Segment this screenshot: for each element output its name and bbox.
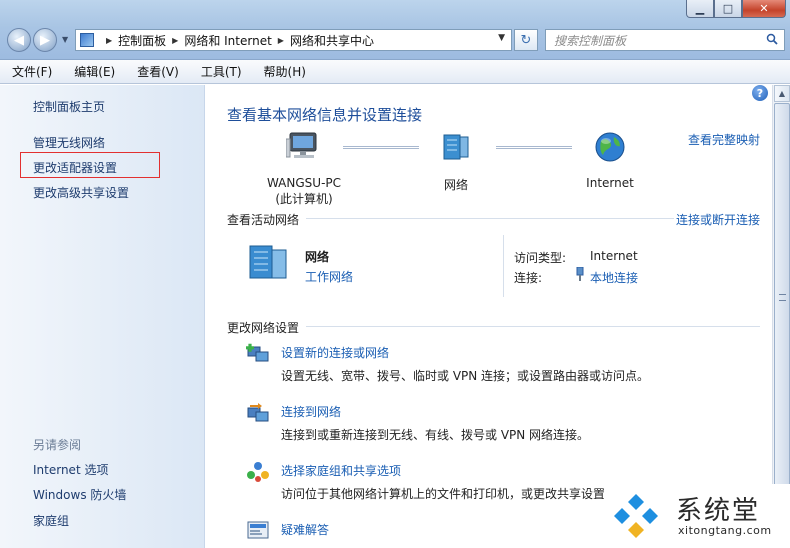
address-bar[interactable]: ▶ 控制面板 ▶ 网络和 Internet ▶ 网络和共享中心 ▼ [75, 29, 512, 51]
access-type-label: 访问类型: [514, 251, 567, 265]
divider [306, 218, 674, 219]
ethernet-plug-icon [576, 267, 584, 281]
pc-sub-label: (此计算机) [275, 192, 333, 206]
page-title: 查看基本网络信息并设置连接 [227, 106, 423, 124]
menu-help[interactable]: 帮助(H) [260, 61, 310, 82]
troubleshoot-link[interactable]: 疑难解答 [281, 521, 329, 538]
globe-icon [595, 132, 625, 162]
map-node-network[interactable]: 网络 [426, 131, 486, 193]
connect-disconnect-link[interactable]: 连接或断开连接 [676, 211, 760, 228]
connections-label: 连接: [514, 271, 543, 285]
sidebar-link-change-adapter-settings[interactable]: 更改适配器设置 [33, 159, 117, 176]
task-description: 设置无线、宽带、拨号、临时或 VPN 连接；或设置路由器或访问点。 [281, 369, 650, 383]
maximize-button[interactable]: □ [714, 0, 742, 18]
pc-name-label: WANGSU-PC [266, 176, 342, 190]
connect-to-network-link[interactable]: 连接到网络 [281, 403, 341, 420]
close-button[interactable]: ✕ [742, 0, 786, 18]
sidebar-link-advanced-sharing[interactable]: 更改高级共享设置 [33, 184, 129, 201]
sidebar-link-internet-options[interactable]: Internet 选项 [33, 461, 108, 478]
task-description: 连接到或重新连接到无线、有线、拨号或 VPN 网络连接。 [281, 428, 590, 442]
local-connection-link[interactable]: 本地连接 [590, 269, 638, 286]
internet-node-label: Internet [586, 176, 634, 190]
sidebar-link-homegroup[interactable]: 家庭组 [33, 512, 69, 529]
scroll-grip-icon [779, 294, 786, 301]
help-icon[interactable]: ? [752, 85, 768, 101]
divider [306, 326, 760, 327]
menu-view[interactable]: 查看(V) [133, 61, 183, 82]
title-bar: ▁ □ ✕ ◀ ▶ ▼ ▶ 控制面板 ▶ 网络和 Internet ▶ 网络和共… [0, 0, 790, 60]
back-arrow-icon: ◀ [14, 32, 24, 48]
menu-tools[interactable]: 工具(T) [197, 61, 246, 82]
computer-icon [285, 132, 317, 158]
view-full-map-link[interactable]: 查看完整映射 [688, 131, 760, 148]
sidebar-link-manage-wireless[interactable]: 管理无线网络 [33, 134, 105, 151]
change-settings-heading: 更改网络设置 [227, 321, 300, 335]
back-button[interactable]: ◀ [7, 28, 31, 52]
breadcrumb-separator-icon[interactable]: ▶ [106, 36, 112, 45]
active-network-name: 网络 [305, 250, 330, 264]
refresh-button[interactable]: ↻ [514, 29, 538, 51]
work-network-icon[interactable] [246, 242, 292, 282]
map-connector-line [496, 146, 572, 149]
new-connection-icon [246, 343, 269, 362]
recent-pages-dropdown[interactable]: ▼ [62, 35, 68, 44]
sidebar-link-windows-firewall[interactable]: Windows 防火墙 [33, 486, 126, 503]
scroll-up-button[interactable]: ▲ [774, 85, 790, 102]
main-content: ? 查看基本网络信息并设置连接 查看完整映射 WANGSU-PC (此计算机) … [206, 85, 772, 548]
menu-file[interactable]: 文件(F) [8, 61, 56, 82]
breadcrumb-network-sharing-center[interactable]: 网络和共享中心 [290, 32, 374, 49]
homegroup-icon [247, 462, 269, 482]
search-input[interactable]: 搜索控制面板 [545, 29, 785, 51]
map-node-this-computer: WANGSU-PC (此计算机) [256, 131, 352, 207]
network-icon [443, 134, 469, 160]
breadcrumb-control-panel[interactable]: 控制面板 [118, 32, 166, 49]
site-watermark: 系统堂 xitongtang.com [604, 484, 790, 548]
connect-network-icon [247, 403, 269, 422]
breadcrumb-separator-icon[interactable]: ▶ [172, 36, 178, 45]
search-icon[interactable] [766, 33, 778, 45]
network-type-link[interactable]: 工作网络 [305, 268, 353, 285]
new-connection-link[interactable]: 设置新的连接或网络 [281, 344, 389, 361]
access-type-value: Internet [590, 249, 638, 263]
refresh-icon: ↻ [520, 32, 532, 48]
breadcrumb-network-internet[interactable]: 网络和 Internet [184, 32, 271, 49]
map-node-internet[interactable]: Internet [578, 131, 642, 190]
vertical-divider [503, 235, 504, 297]
map-connector-line [343, 146, 419, 149]
watermark-title: 系统堂 [676, 496, 761, 526]
sidebar-link-control-panel-home[interactable]: 控制面板主页 [33, 98, 105, 115]
menu-edit[interactable]: 编辑(E) [70, 61, 119, 82]
homegroup-sharing-link[interactable]: 选择家庭组和共享选项 [281, 462, 401, 479]
xitongtang-logo-icon [614, 494, 658, 538]
breadcrumb-separator-icon[interactable]: ▶ [278, 36, 284, 45]
task-description: 访问位于其他网络计算机上的文件和打印机，或更改共享设置。 [281, 487, 618, 501]
menu-bar: 文件(F) 编辑(E) 查看(V) 工具(T) 帮助(H) [0, 60, 790, 84]
forward-button[interactable]: ▶ [33, 28, 57, 52]
window-controls: ▁ □ ✕ [686, 0, 786, 18]
address-dropdown-icon[interactable]: ▼ [498, 33, 505, 43]
scroll-thumb[interactable] [774, 103, 790, 493]
watermark-url: xitongtang.com [678, 524, 772, 537]
network-node-label: 网络 [443, 178, 468, 192]
vertical-scrollbar[interactable]: ▲ ▼ [772, 85, 790, 548]
active-networks-heading: 查看活动网络 [227, 213, 300, 227]
troubleshoot-icon [247, 521, 269, 539]
control-panel-icon [80, 33, 94, 47]
forward-arrow-icon: ▶ [40, 32, 50, 48]
minimize-button[interactable]: ▁ [686, 0, 714, 18]
see-also-heading: 另请参阅 [33, 438, 82, 452]
sidebar: 控制面板主页 管理无线网络 更改适配器设置 更改高级共享设置 另请参阅 Inte… [0, 85, 205, 548]
search-placeholder: 搜索控制面板 [554, 33, 627, 48]
